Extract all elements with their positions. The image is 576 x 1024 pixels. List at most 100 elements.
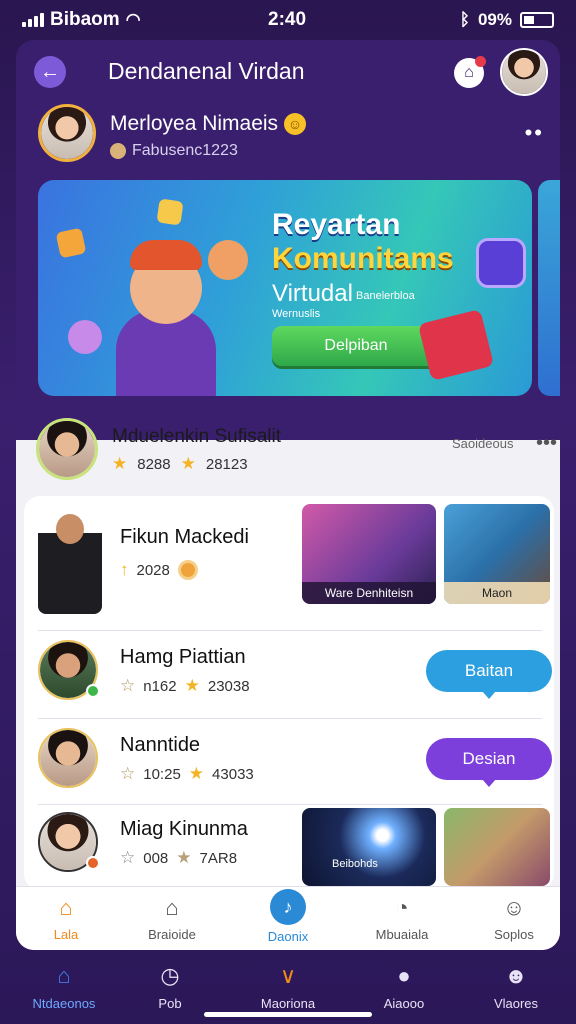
entry-stat2: 43033 bbox=[212, 765, 254, 783]
banner-title-line1: Reyartan bbox=[272, 208, 401, 241]
profile-subtitle: Fabusenc1223 bbox=[110, 142, 238, 160]
more-options-icon[interactable]: •• bbox=[525, 120, 544, 146]
tab-lala[interactable]: ⌂ Lala bbox=[16, 893, 116, 949]
banner-illustration bbox=[55, 198, 258, 396]
avatar-image bbox=[41, 107, 93, 159]
avatar-decoration bbox=[208, 240, 248, 280]
star-icon: ★ bbox=[188, 764, 205, 783]
banner-title-line3: Virtudal bbox=[272, 280, 353, 307]
profile-name: Merloyea Nimaeis ☺ bbox=[110, 112, 307, 136]
wifi-icon: ◠ bbox=[125, 10, 141, 29]
user-icon: ☺ bbox=[502, 895, 526, 920]
status-time: 2:40 bbox=[268, 9, 307, 30]
entry-avatar bbox=[38, 728, 98, 788]
carrier-label: Bibaom bbox=[50, 9, 120, 30]
play-badge-icon bbox=[476, 238, 526, 288]
v-icon: ∨ bbox=[279, 963, 297, 988]
community-stats: ★ 8288 ★ 28123 bbox=[112, 454, 248, 474]
avatar-image bbox=[502, 50, 546, 94]
tab-bar: ⌂ Lala ⌂ Braioide ♪ Daonix ◔ Mbuaiala ☺ … bbox=[16, 886, 560, 950]
back-button[interactable]: ← bbox=[34, 56, 66, 88]
status-left: Bibaom ◠ bbox=[22, 9, 141, 31]
community-row[interactable]: Mduelenkin Sufisalit ★ 8288 ★ 28123 Saoi… bbox=[32, 412, 557, 488]
profile-row[interactable]: Merloyea Nimaeis ☺ Fabusenc1223 •• bbox=[38, 102, 548, 168]
notification-badge bbox=[475, 56, 486, 67]
avatar-image bbox=[39, 421, 95, 477]
bottom-tab-pob[interactable]: ◷ Pob bbox=[120, 962, 220, 1011]
thumbnail-caption: Beibohds bbox=[332, 858, 378, 870]
promo-banner[interactable]: Reyartan Komunitams Virtudal Banelerbloa… bbox=[38, 180, 532, 396]
bluetooth-icon: ᛒ bbox=[459, 10, 470, 29]
tab-label: Braioide bbox=[148, 927, 196, 942]
community-title: Mduelenkin Sufisalit bbox=[112, 426, 281, 447]
divider bbox=[38, 804, 542, 805]
entry-stat1: 008 bbox=[143, 849, 169, 867]
tab-label: Mbuaiala bbox=[375, 927, 429, 942]
list-item[interactable]: Nanntide ☆ 10:25 ★ 43033 Desian bbox=[24, 724, 554, 804]
video-thumbnail[interactable]: Maon bbox=[444, 504, 550, 604]
coin-icon bbox=[110, 143, 126, 159]
next-banner-peek[interactable] bbox=[538, 180, 560, 396]
feed-card: Fikun Mackedi ↑ 2028 Ware Denhiteisn Mao… bbox=[24, 496, 554, 890]
bottom-tab-label: Pob bbox=[158, 996, 182, 1011]
community-more-link[interactable]: Saoideous bbox=[452, 436, 513, 451]
notification-button[interactable]: ⌂ bbox=[454, 56, 486, 88]
list-item[interactable]: Fikun Mackedi ↑ 2028 Ware Denhiteisn Mao… bbox=[24, 496, 554, 632]
arrow-up-icon: ↑ bbox=[120, 560, 129, 579]
entry-stats: ☆ 008 ★ 7AR8 bbox=[120, 848, 237, 868]
action-button[interactable]: Baitan bbox=[426, 650, 552, 699]
banner-cta-button[interactable]: Delpiban bbox=[272, 326, 440, 366]
entry-stats: ↑ 2028 bbox=[120, 560, 198, 580]
bottom-tab-aiaooo[interactable]: ● Aiaooo bbox=[354, 962, 454, 1011]
tab-soplos[interactable]: ☺ Soplos bbox=[464, 893, 560, 949]
video-thumbnail[interactable]: Beibohds bbox=[302, 808, 436, 886]
tab-braioide[interactable]: ⌂ Braioide bbox=[122, 893, 222, 949]
star-icon: ★ bbox=[112, 454, 128, 473]
header-avatar[interactable] bbox=[500, 48, 548, 96]
list-item[interactable]: Miag Kinunma ☆ 008 ★ 7AR8 Beibohds bbox=[24, 808, 554, 888]
bell-icon: ⌂ bbox=[464, 64, 474, 81]
star-icon: ★ bbox=[180, 454, 196, 473]
chat-icon: ◔ bbox=[395, 895, 409, 920]
list-item[interactable]: Hamg Piattian ☆ n162 ★ 23038 Baitan bbox=[24, 636, 554, 716]
star-outline-icon: ☆ bbox=[120, 764, 136, 783]
back-arrow-icon: ← bbox=[40, 60, 60, 83]
entry-name: Fikun Mackedi bbox=[120, 526, 249, 548]
more-options-icon[interactable]: ••• bbox=[536, 432, 557, 455]
house-outline-icon: ⌂ bbox=[165, 895, 179, 920]
banner-small-text-2: Wernuslis bbox=[272, 308, 321, 320]
bottom-tab-maoriona[interactable]: ∨ Maoriona bbox=[238, 962, 338, 1011]
action-button[interactable]: Desian bbox=[426, 738, 552, 787]
clock-icon: ◷ bbox=[160, 963, 180, 988]
user-icon: ☻ bbox=[504, 963, 528, 988]
entry-stats: ☆ n162 ★ 23038 bbox=[120, 676, 250, 696]
entry-stat1: 2028 bbox=[136, 561, 170, 579]
profile-subtitle-text: Fabusenc1223 bbox=[132, 142, 238, 159]
star-outline-icon: ☆ bbox=[120, 848, 136, 867]
home-indicator[interactable] bbox=[204, 1012, 372, 1017]
tab-label: Daonix bbox=[267, 929, 309, 944]
tab-mbuaiala[interactable]: ◔ Mbuaiala bbox=[352, 893, 452, 949]
thumbnail-caption: Maon bbox=[444, 582, 550, 604]
entry-name: Miag Kinunma bbox=[120, 818, 248, 840]
emoji-icon: ☺ bbox=[284, 113, 307, 136]
bottom-tab-home[interactable]: ⌂ Ntdaeonos bbox=[14, 962, 114, 1011]
home-icon: ⌂ bbox=[59, 895, 73, 920]
divider bbox=[38, 630, 542, 631]
banner-title-line2: Komunitams bbox=[272, 242, 454, 275]
entry-name: Nanntide bbox=[120, 734, 201, 756]
tab-daonix[interactable]: ♪ Daonix bbox=[238, 889, 338, 949]
profile-avatar[interactable] bbox=[38, 104, 96, 162]
music-icon: ♪ bbox=[270, 889, 306, 925]
divider bbox=[38, 718, 542, 719]
entry-stat1: 10:25 bbox=[143, 765, 181, 783]
video-thumbnail[interactable]: Ware Denhiteisn bbox=[302, 504, 436, 604]
star-outline-icon: ☆ bbox=[120, 676, 136, 695]
bottom-tab-label: Ntdaeonos bbox=[32, 996, 96, 1011]
video-thumbnail[interactable] bbox=[444, 808, 550, 886]
mascot-decoration bbox=[68, 320, 102, 354]
entry-name: Hamg Piattian bbox=[120, 646, 246, 668]
signal-icon bbox=[22, 13, 44, 27]
entry-stat2: 23038 bbox=[207, 677, 250, 695]
bottom-tab-vlaores[interactable]: ☻ Vlaores bbox=[466, 962, 566, 1011]
